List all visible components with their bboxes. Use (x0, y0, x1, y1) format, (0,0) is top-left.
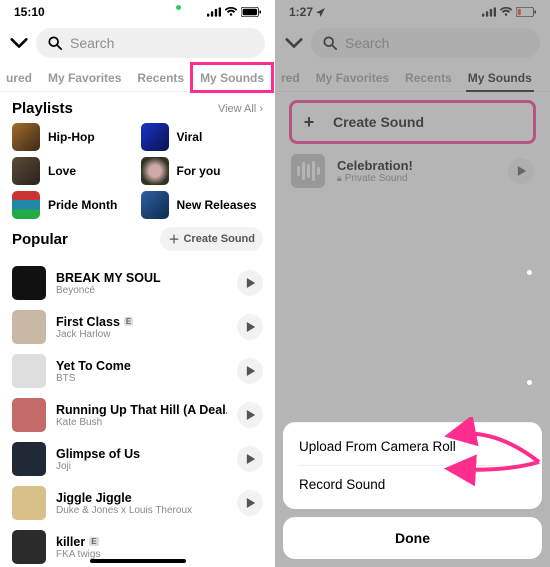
plus-icon: + (299, 112, 319, 132)
page-dot (527, 270, 532, 275)
song-row[interactable]: BREAK MY SOULBeyoncé (12, 261, 263, 305)
playlist-item[interactable]: For you (141, 157, 264, 185)
explicit-badge: E (124, 317, 133, 326)
explicit-badge: E (89, 537, 98, 546)
song-row[interactable]: Yet To ComeBTS (12, 349, 263, 393)
search-input[interactable]: Search (36, 28, 265, 58)
playlist-item[interactable]: New Releases (141, 191, 264, 219)
right-phone-screen: 1:27 Search red My Favorites Recents My … (275, 0, 550, 567)
sound-row[interactable]: Celebration! 🔒︎Private Sound (275, 150, 550, 192)
playlists-title: Playlists (12, 100, 73, 117)
play-icon[interactable] (237, 490, 263, 516)
search-icon (48, 36, 62, 50)
tab-recents[interactable]: Recents (129, 64, 192, 91)
recording-indicator-dot (176, 5, 181, 10)
song-row[interactable]: Running Up That Hill (A Deal...Kate Bush (12, 393, 263, 437)
playlist-item[interactable]: Hip-Hop (12, 123, 135, 151)
popular-section: Popular ＋Create Sound (0, 219, 275, 259)
chevron-down-icon[interactable] (10, 33, 28, 54)
location-icon (316, 8, 325, 17)
play-icon[interactable] (237, 314, 263, 340)
play-icon[interactable] (237, 446, 263, 472)
status-icons (207, 7, 261, 17)
search-placeholder: Search (70, 35, 114, 51)
tab-my-favorites[interactable]: My Favorites (308, 64, 397, 91)
search-row: Search (0, 22, 275, 64)
signal-icon (482, 7, 496, 17)
action-sheet: Upload From Camera Roll Record Sound Don… (275, 422, 550, 567)
playlist-item[interactable]: Pride Month (12, 191, 135, 219)
status-icons (482, 7, 536, 17)
search-icon (323, 36, 337, 50)
sound-title: Celebration! (337, 158, 496, 173)
play-icon[interactable] (237, 270, 263, 296)
search-placeholder: Search (345, 35, 389, 51)
playlists-section: Playlists View All › Hip-Hop Viral Love … (0, 92, 275, 219)
search-row: Search (275, 22, 550, 64)
upload-from-camera-roll-button[interactable]: Upload From Camera Roll (299, 428, 526, 466)
popular-title: Popular (12, 231, 68, 248)
wifi-icon (224, 7, 238, 17)
play-icon[interactable] (237, 358, 263, 384)
song-row[interactable]: First ClassEJack Harlow (12, 305, 263, 349)
tab-my-favorites[interactable]: My Favorites (40, 64, 129, 91)
play-icon[interactable] (508, 158, 534, 184)
lock-icon: 🔒︎ (337, 173, 342, 184)
record-sound-button[interactable]: Record Sound (299, 466, 526, 503)
status-time: 1:27 (289, 5, 325, 19)
play-icon[interactable] (237, 402, 263, 428)
home-indicator (90, 559, 186, 563)
sound-subtitle: 🔒︎Private Sound (337, 173, 496, 184)
song-row[interactable]: Jiggle JiggleDuke & Jones x Louis Therou… (12, 481, 263, 525)
chevron-down-icon[interactable] (285, 33, 303, 54)
playlists-grid: Hip-Hop Viral Love For you Pride Month N… (12, 123, 263, 219)
battery-low-icon (516, 7, 536, 17)
status-time: 15:10 (14, 5, 45, 19)
status-bar: 1:27 (275, 0, 550, 22)
create-sound-button[interactable]: ＋Create Sound (160, 227, 263, 251)
tab-featured[interactable]: ured (6, 64, 40, 91)
status-bar: 15:10 (0, 0, 275, 22)
wifi-icon (499, 7, 513, 17)
playlist-item[interactable]: Love (12, 157, 135, 185)
search-input[interactable]: Search (311, 28, 540, 58)
tabs-bar: red My Favorites Recents My Sounds (275, 64, 550, 92)
tab-recents[interactable]: Recents (397, 64, 460, 91)
tab-my-sounds[interactable]: My Sounds (192, 64, 272, 91)
view-all-link[interactable]: View All › (218, 103, 263, 115)
battery-icon (241, 7, 261, 17)
signal-icon (207, 7, 221, 17)
create-sound-row: + Create Sound (275, 92, 550, 150)
tab-featured[interactable]: red (281, 64, 308, 91)
playlist-item[interactable]: Viral (141, 123, 264, 151)
create-sound-button[interactable]: + Create Sound (291, 102, 534, 142)
done-button[interactable]: Done (283, 517, 542, 559)
page-dot (527, 380, 532, 385)
tabs-bar: ured My Favorites Recents My Sounds (0, 64, 275, 92)
waveform-icon (291, 154, 325, 188)
songs-list: BREAK MY SOULBeyoncé First ClassEJack Ha… (0, 259, 275, 567)
tab-my-sounds[interactable]: My Sounds (460, 64, 540, 91)
song-row[interactable]: Glimpse of UsJoji (12, 437, 263, 481)
left-phone-screen: 15:10 Search ured My Favorites Recents M… (0, 0, 275, 567)
